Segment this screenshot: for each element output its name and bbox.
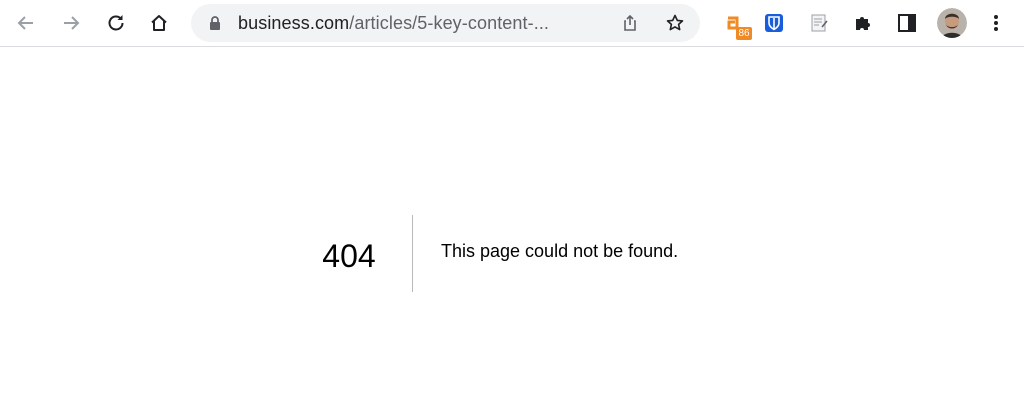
address-bar[interactable]: business.com/articles/5-key-content-... <box>191 4 700 42</box>
lock-icon[interactable] <box>199 7 231 39</box>
share-button[interactable] <box>614 7 646 39</box>
back-arrow-icon <box>17 16 33 30</box>
back-button[interactable] <box>10 7 42 39</box>
notepad-icon <box>811 14 828 32</box>
extensions-menu-button[interactable] <box>847 7 879 39</box>
browser-toolbar: business.com/articles/5-key-content-... … <box>0 0 1024 47</box>
forward-button[interactable] <box>55 7 87 39</box>
home-icon <box>151 15 167 31</box>
star-icon <box>666 14 684 31</box>
error-code: 404 <box>322 238 376 274</box>
share-icon <box>624 14 636 31</box>
side-panel-button[interactable] <box>891 7 923 39</box>
extension-button-password-manager[interactable] <box>758 7 790 39</box>
kebab-menu-icon <box>994 15 998 31</box>
home-button[interactable] <box>143 7 175 39</box>
profile-avatar[interactable] <box>937 8 967 38</box>
error-message: This page could not be found. <box>441 241 679 261</box>
reload-button[interactable] <box>100 7 132 39</box>
browser-menu-button[interactable] <box>980 7 1012 39</box>
bookmark-star-button[interactable] <box>659 7 691 39</box>
forward-arrow-icon <box>64 16 80 30</box>
shield-icon <box>765 14 783 32</box>
reload-icon <box>108 15 124 31</box>
url-host: business.com <box>238 13 350 33</box>
profile-photo-icon <box>937 8 967 38</box>
url-path: /articles/5-key-content-... <box>349 13 550 33</box>
puzzle-piece-icon <box>856 17 870 30</box>
extension-badge-count: 86 <box>736 27 752 40</box>
url-text[interactable]: business.com/articles/5-key-content-... <box>238 4 549 42</box>
divider <box>412 215 413 292</box>
extension-button-notes[interactable] <box>803 7 835 39</box>
side-panel-icon <box>898 14 916 32</box>
